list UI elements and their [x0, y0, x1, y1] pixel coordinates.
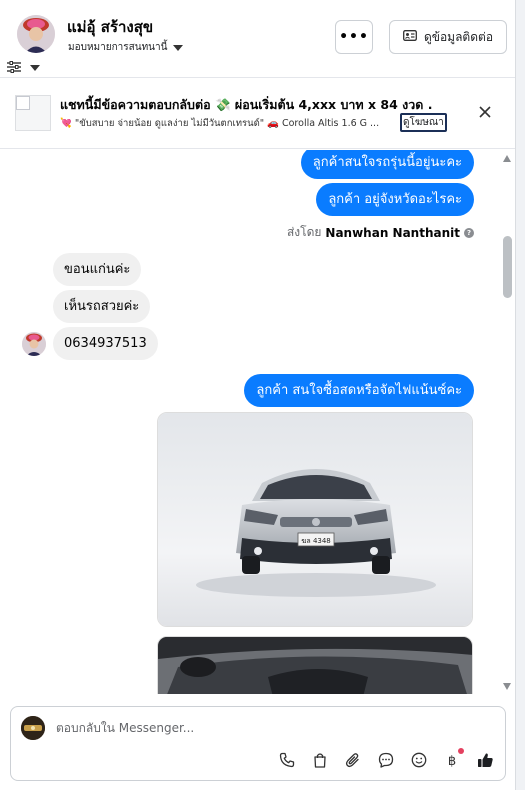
view-contact-label: ดูข้อมูลติดต่อ [423, 29, 494, 44]
sender-name: Nanwhan Nanthanit [325, 225, 460, 240]
message-thread[interactable]: ลูกค้าสนใจรถรุ่นนี้อยู่นะคะ ลูกค้า อยู่จ… [0, 150, 515, 694]
paperclip-icon[interactable] [343, 750, 363, 770]
assign-label: มอบหมายการสนทนานี้ [68, 42, 168, 53]
outgoing-message[interactable]: ลูกค้า อยู่จังหวัดอะไรคะ [316, 183, 474, 216]
thumbs-up-icon[interactable] [475, 750, 495, 770]
sent-by-label: ส่งโดย Nanwhan Nanthanit ? [287, 223, 474, 242]
svg-text:฿: ฿ [448, 754, 456, 768]
outgoing-message[interactable]: ลูกค้า สนใจซื้อสดหรือจัดไฟแน้นซ์คะ [244, 374, 474, 407]
contact-name: แม่อุ้ สร้างสุข [67, 18, 154, 36]
composer-toolbar: ฿ [277, 748, 495, 770]
phone-icon[interactable] [277, 750, 297, 770]
scroll-down-arrow[interactable] [503, 683, 511, 690]
notification-dot [458, 748, 464, 754]
baht-icon[interactable]: ฿ [442, 748, 464, 770]
shopping-bag-icon[interactable] [310, 750, 330, 770]
emoji-icon[interactable] [409, 750, 429, 770]
window-edge [515, 0, 525, 790]
car-interior-photo[interactable] [157, 636, 473, 694]
incoming-message[interactable]: เห็นรถสวยค่ะ [53, 290, 151, 323]
message-composer: ฿ [10, 706, 506, 781]
incoming-message[interactable]: ขอนแก่นค่ะ [53, 253, 142, 286]
page-avatar [21, 716, 45, 740]
license-plate: ฆล 4348 [301, 537, 331, 545]
sent-by-prefix: ส่งโดย [286, 225, 322, 239]
filter-menu-button[interactable] [7, 58, 40, 77]
ad-description: 💘 "ขับสบาย จ่ายน้อย ดูแลง่าย ไม่มีวันตกเ… [60, 118, 380, 129]
assign-conversation-dropdown[interactable]: มอบหมายการสนทนานี้ [68, 40, 184, 55]
outgoing-message[interactable]: ลูกค้าสนใจรถรุ่นนี้อยู่นะคะ [300, 150, 474, 179]
close-icon[interactable] [475, 102, 495, 122]
ad-thumbnail [15, 95, 51, 131]
conversation-header: แม่อุ้ สร้างสุข มอบหมายการสนทนานี้ ••• ด… [0, 0, 515, 78]
car-photo[interactable]: ฆล 4348 [157, 412, 473, 627]
ad-reply-banner: แชทนี้มีข้อความตอบกลับต่อ 💸 ผ่อนเริ่มต้น… [0, 79, 515, 149]
incoming-message[interactable]: 0634937513 [53, 327, 158, 360]
reply-input[interactable] [56, 719, 476, 737]
sliders-icon [7, 58, 21, 77]
chat-bubble-icon[interactable] [376, 750, 396, 770]
view-contact-button[interactable]: ดูข้อมูลติดต่อ [389, 20, 507, 54]
view-ad-link[interactable]: ดูโฆษณา [400, 113, 447, 132]
contact-avatar-small [22, 332, 46, 356]
more-options-button[interactable]: ••• [335, 20, 373, 54]
ad-title: แชทนี้มีข้อความตอบกลับต่อ 💸 ผ่อนเริ่มต้น… [60, 97, 433, 112]
chevron-down-icon [173, 44, 184, 51]
chevron-down-icon [30, 64, 40, 71]
contact-avatar[interactable] [17, 15, 55, 53]
info-icon[interactable]: ? [464, 227, 474, 238]
contact-card-icon [403, 30, 417, 44]
scroll-up-arrow[interactable] [503, 155, 511, 162]
scrollbar-thumb[interactable] [503, 236, 512, 298]
